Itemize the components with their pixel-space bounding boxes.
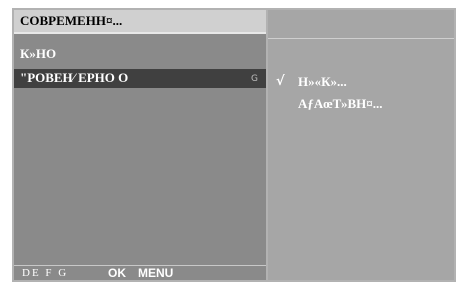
menu-title: СОВРЕМЕНН¤... [20,13,123,28]
option-item-1[interactable]: АƒАœТ»ВН¤... [298,96,383,112]
osd-menu: СОВРЕМЕНН¤... К»НО "РОВЕН⁄ ЕРНО О G DE F… [12,8,456,282]
options-panel: √ Н»«К»... АƒАœТ»ВН¤... [268,10,454,280]
menu-item-1[interactable]: "РОВЕН⁄ ЕРНО О [20,70,128,86]
menu-panel: СОВРЕМЕНН¤... К»НО "РОВЕН⁄ ЕРНО О G DE F… [14,10,266,280]
footer-menu-hint: MENU [138,266,174,280]
option-item-0[interactable]: Н»«К»... [298,74,347,90]
menu-title-bar: СОВРЕМЕНН¤... [14,10,266,34]
footer-ok-hint: OK [108,266,126,280]
menu-item-0[interactable]: К»НО [20,46,56,62]
checkmark-icon: √ [276,74,285,89]
submenu-arrow-icon: G [251,74,258,84]
footer-hints: DE F G OK MENU [14,265,266,283]
options-header [268,10,454,39]
footer-nav-glyphs: DE F G [22,267,69,279]
